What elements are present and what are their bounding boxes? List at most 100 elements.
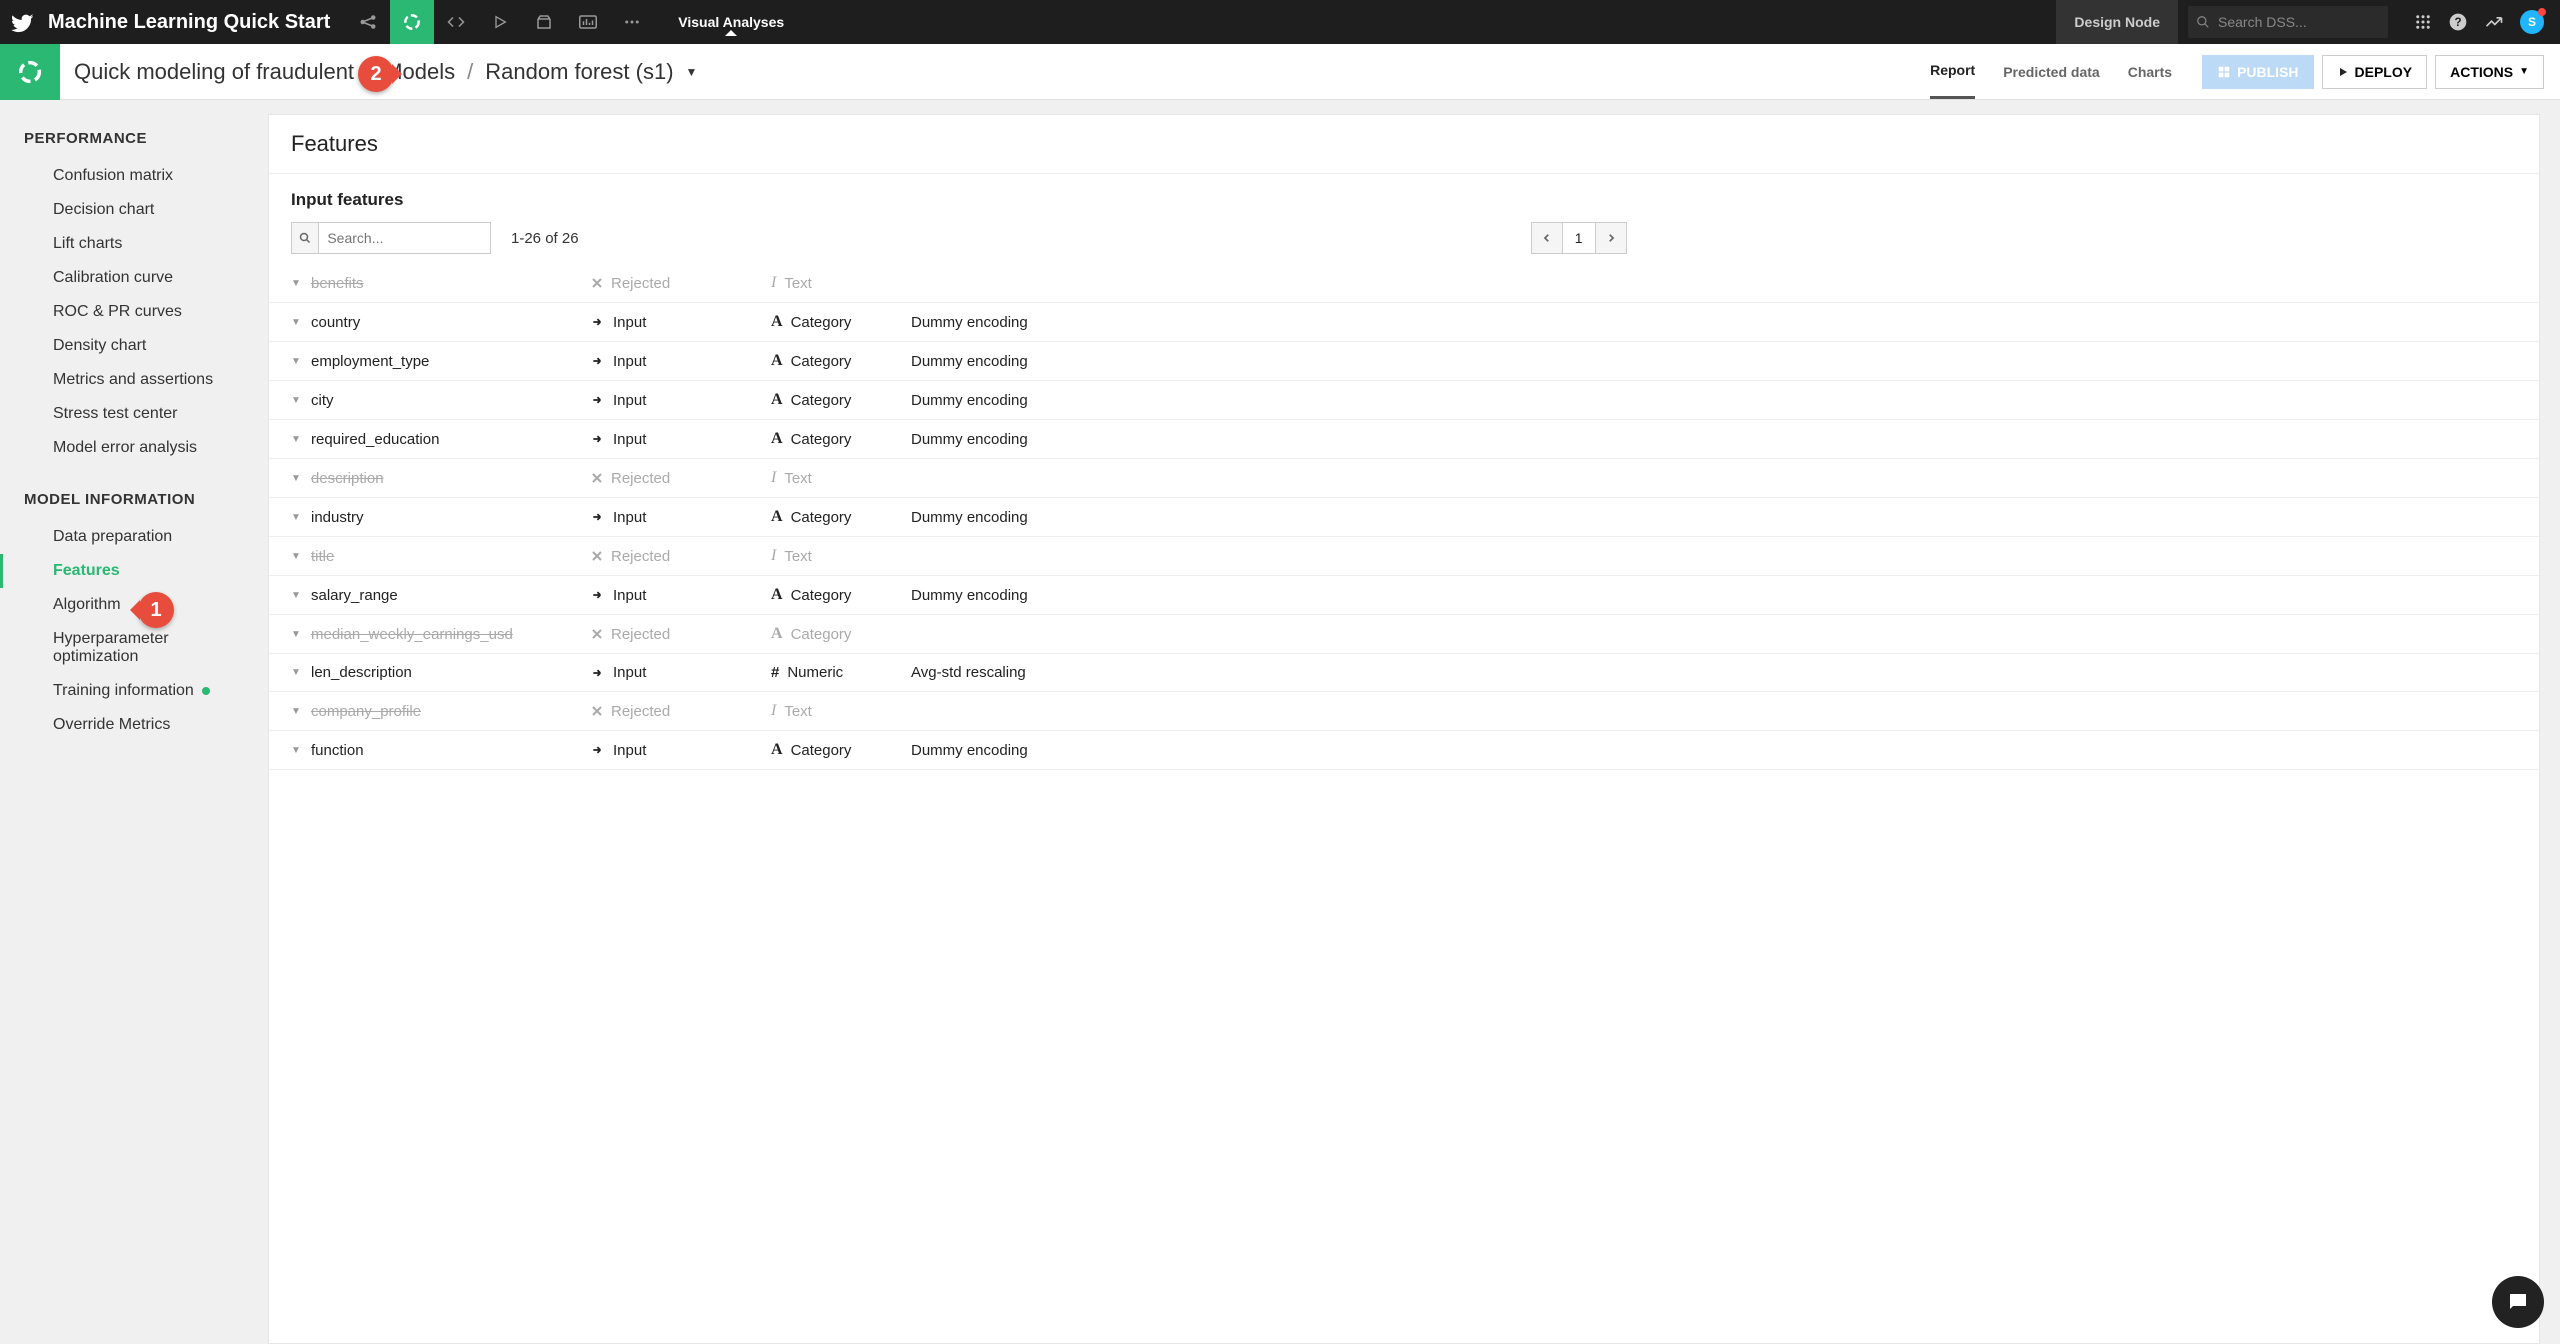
feature-row[interactable]: ▼country InputA CategoryDummy encoding xyxy=(269,303,2539,342)
sidebar-item[interactable]: Stress test center xyxy=(0,397,260,431)
dashboard-icon[interactable] xyxy=(566,0,610,44)
lab-badge-icon[interactable] xyxy=(0,44,60,100)
stack-icon[interactable] xyxy=(522,0,566,44)
feature-name: median_weekly_earnings_usd xyxy=(311,626,591,643)
feature-encoding: Dummy encoding xyxy=(911,742,2517,759)
feature-row[interactable]: ▼benefits RejectedI Text xyxy=(269,264,2539,303)
feature-name: benefits xyxy=(311,275,591,292)
code-icon[interactable] xyxy=(434,0,478,44)
feature-status: Input xyxy=(591,392,771,409)
expand-caret-icon[interactable]: ▼ xyxy=(291,745,311,756)
feature-type: A Category xyxy=(771,508,911,526)
flow-icon[interactable] xyxy=(346,0,390,44)
feature-row[interactable]: ▼description RejectedI Text xyxy=(269,459,2539,498)
feature-status: Input xyxy=(591,664,771,681)
feature-name: salary_range xyxy=(311,587,591,604)
breadcrumb-analysis[interactable]: Quick modeling of fraudulent xyxy=(74,59,354,85)
sidebar-item[interactable]: Density chart xyxy=(0,329,260,363)
sidebar-item[interactable]: Metrics and assertions xyxy=(0,363,260,397)
trend-icon[interactable] xyxy=(2484,12,2504,32)
feature-type: I Text xyxy=(771,469,911,487)
feature-search-input[interactable] xyxy=(319,230,490,246)
svg-text:?: ? xyxy=(2454,16,2461,29)
expand-caret-icon[interactable]: ▼ xyxy=(291,317,311,328)
feature-type: I Text xyxy=(771,274,911,292)
feature-name: description xyxy=(311,470,591,487)
expand-caret-icon[interactable]: ▼ xyxy=(291,551,311,562)
sidebar-item[interactable]: Lift charts xyxy=(0,227,260,261)
annotation-callout-1: 1 xyxy=(138,592,174,628)
feature-row[interactable]: ▼industry InputA CategoryDummy encoding xyxy=(269,498,2539,537)
sidebar-item[interactable]: Calibration curve xyxy=(0,261,260,295)
sidebar-section-model-info: MODEL INFORMATION xyxy=(0,485,260,520)
actions-button[interactable]: ACTIONS ▼ xyxy=(2435,55,2544,89)
feature-row[interactable]: ▼salary_range InputA CategoryDummy encod… xyxy=(269,576,2539,615)
sidebar-item[interactable]: Hyperparameter optimization xyxy=(0,622,260,674)
feature-type: # Numeric xyxy=(771,664,911,681)
feature-type: A Category xyxy=(771,586,911,604)
feature-row[interactable]: ▼function InputA CategoryDummy encoding xyxy=(269,731,2539,770)
feature-row[interactable]: ▼employment_type InputA CategoryDummy en… xyxy=(269,342,2539,381)
expand-caret-icon[interactable]: ▼ xyxy=(291,706,311,717)
feature-search[interactable] xyxy=(291,222,491,254)
lab-icon[interactable] xyxy=(390,0,434,44)
feature-type: I Text xyxy=(771,702,911,720)
expand-caret-icon[interactable]: ▼ xyxy=(291,667,311,678)
expand-caret-icon[interactable]: ▼ xyxy=(291,629,311,640)
features-panel: Features Input features 1-26 of 26 1 xyxy=(268,114,2540,1344)
sidebar-item[interactable]: Model error analysis xyxy=(0,431,260,465)
pager-page: 1 xyxy=(1563,222,1595,254)
expand-caret-icon[interactable]: ▼ xyxy=(291,434,311,445)
feature-row[interactable]: ▼median_weekly_earnings_usd RejectedA Ca… xyxy=(269,615,2539,654)
feature-status: Input xyxy=(591,353,771,370)
expand-caret-icon[interactable]: ▼ xyxy=(291,512,311,523)
feature-row[interactable]: ▼len_description Input# NumericAvg-std r… xyxy=(269,654,2539,692)
global-search[interactable]: Search DSS... xyxy=(2188,6,2388,38)
tab-predicted-data[interactable]: Predicted data xyxy=(2003,46,2099,98)
feature-encoding: Dummy encoding xyxy=(911,509,2517,526)
sidebar-item[interactable]: Override Metrics xyxy=(0,708,260,742)
feature-row[interactable]: ▼company_profile RejectedI Text xyxy=(269,692,2539,731)
sidebar-item[interactable]: Decision chart xyxy=(0,193,260,227)
expand-caret-icon[interactable]: ▼ xyxy=(291,278,311,289)
expand-caret-icon[interactable]: ▼ xyxy=(291,395,311,406)
breadcrumb-model-name[interactable]: Random forest (s1) xyxy=(485,59,673,85)
sidebar-item[interactable]: Training information xyxy=(0,674,260,708)
feature-status: Rejected xyxy=(591,275,771,292)
design-node-label[interactable]: Design Node xyxy=(2056,0,2178,44)
pager-prev[interactable] xyxy=(1531,222,1563,254)
publish-button[interactable]: PUBLISH xyxy=(2202,55,2313,89)
sidebar-item[interactable]: Confusion matrix xyxy=(0,159,260,193)
run-icon[interactable] xyxy=(478,0,522,44)
sidebar-item[interactable]: Data preparation xyxy=(0,520,260,554)
user-avatar[interactable]: S xyxy=(2520,10,2544,34)
expand-caret-icon[interactable]: ▼ xyxy=(291,590,311,601)
feature-name: industry xyxy=(311,509,591,526)
more-icon[interactable] xyxy=(610,0,654,44)
sidebar-item[interactable]: ROC & PR curves xyxy=(0,295,260,329)
feature-status: Input xyxy=(591,742,771,759)
deploy-button[interactable]: DEPLOY xyxy=(2322,55,2428,89)
expand-caret-icon[interactable]: ▼ xyxy=(291,356,311,367)
panel-subtitle: Input features xyxy=(291,190,2517,210)
chat-widget-icon[interactable] xyxy=(2492,1276,2544,1328)
expand-caret-icon[interactable]: ▼ xyxy=(291,473,311,484)
feature-name: required_education xyxy=(311,431,591,448)
panel-title: Features xyxy=(269,115,2539,173)
feature-row[interactable]: ▼city InputA CategoryDummy encoding xyxy=(269,381,2539,420)
feature-row[interactable]: ▼required_education InputA CategoryDummy… xyxy=(269,420,2539,459)
tab-report[interactable]: Report xyxy=(1930,44,1975,99)
sidebar-item[interactable]: Features xyxy=(0,554,260,588)
apps-grid-icon[interactable] xyxy=(2414,13,2432,31)
feature-row[interactable]: ▼title RejectedI Text xyxy=(269,537,2539,576)
feature-encoding: Dummy encoding xyxy=(911,314,2517,331)
model-dropdown-caret[interactable]: ▼ xyxy=(686,65,698,79)
tab-charts[interactable]: Charts xyxy=(2128,46,2172,98)
help-icon[interactable]: ? xyxy=(2448,12,2468,32)
home-bird-icon[interactable] xyxy=(0,11,44,33)
visual-analyses-link[interactable]: Visual Analyses xyxy=(654,14,808,30)
feature-type: A Category xyxy=(771,741,911,759)
feature-status: Input xyxy=(591,509,771,526)
pager-next[interactable] xyxy=(1595,222,1627,254)
project-title[interactable]: Machine Learning Quick Start xyxy=(44,11,346,34)
